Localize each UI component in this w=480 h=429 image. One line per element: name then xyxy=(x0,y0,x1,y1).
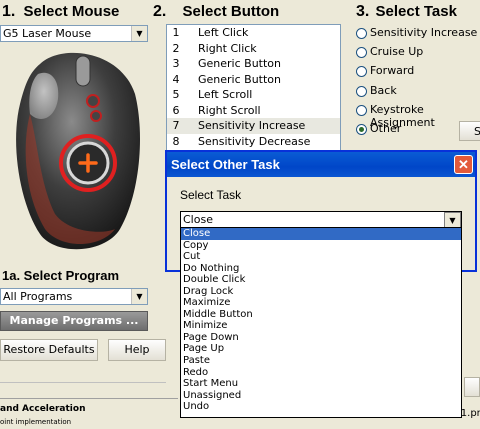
list-item[interactable]: 2 Right Click xyxy=(167,41,340,57)
dropdown-option[interactable]: Start Menu xyxy=(181,378,461,390)
button-number: 6 xyxy=(172,103,180,117)
chevron-down-icon[interactable]: ▼ xyxy=(444,212,461,227)
mouse-select[interactable]: G5 Laser Mouse ▼ xyxy=(0,25,148,42)
dropdown-option[interactable]: Cut xyxy=(181,251,461,263)
button-label: Left Scroll xyxy=(198,88,253,101)
radio-button[interactable] xyxy=(356,28,367,39)
radio-button[interactable] xyxy=(356,66,367,78)
divider xyxy=(0,398,178,399)
dropdown-option[interactable]: Page Down xyxy=(181,332,461,344)
dropdown-option[interactable]: Maximize xyxy=(181,297,461,309)
manage-programs-button[interactable]: Manage Programs ... xyxy=(0,311,148,331)
button-number: 3 xyxy=(172,57,180,70)
button-number: 7 xyxy=(172,119,180,132)
implementation-text: oint implementation xyxy=(0,418,72,426)
program-select[interactable]: All Programs ▼ xyxy=(0,288,148,305)
dropdown-option[interactable]: Middle Button xyxy=(181,309,461,321)
button-label: Right Scroll xyxy=(198,103,261,117)
dropdown-option[interactable]: Redo xyxy=(181,367,461,379)
dialog-titlebar: Select Other Task ✕ xyxy=(167,152,475,177)
mouse-select-value: G5 Laser Mouse xyxy=(3,27,92,40)
select-mouse-title: Select Mouse xyxy=(23,3,120,20)
dropdown-option[interactable]: Drag Lock xyxy=(181,286,461,298)
dropdown-option[interactable]: Unassigned xyxy=(181,390,461,402)
partial-button[interactable]: S xyxy=(459,121,480,141)
mouse-image xyxy=(16,52,141,250)
task-dropdown-list[interactable]: Close Copy Cut Do Nothing Double Click Drag L… xyxy=(180,227,462,418)
radio-label[interactable]: Cruise Up xyxy=(370,45,423,58)
radio-label[interactable]: Other xyxy=(370,122,401,135)
select-mouse-heading: 1. Select Mouse xyxy=(2,3,119,21)
restore-defaults-button[interactable]: Restore Defaults xyxy=(0,339,98,361)
button-label: Generic Button xyxy=(198,57,281,70)
dialog-title: Select Other Task xyxy=(171,157,280,172)
button-number: 4 xyxy=(172,72,180,86)
step-number: 3. xyxy=(356,3,370,20)
list-item[interactable]: 1 Left Click xyxy=(167,25,340,41)
button-label: Sensitivity Increase xyxy=(198,119,306,132)
button-label: Sensitivity Decrease xyxy=(198,134,311,148)
list-item[interactable]: 5 Left Scroll xyxy=(167,87,340,103)
chevron-down-icon[interactable]: ▼ xyxy=(131,289,147,304)
list-item[interactable]: 4 Generic Button xyxy=(167,72,340,88)
button-label: Generic Button xyxy=(198,72,281,86)
radio-button[interactable] xyxy=(356,47,367,59)
select-button-heading: 2. Select Button xyxy=(153,3,279,21)
radio-label[interactable]: Sensitivity Increase xyxy=(370,26,477,39)
chevron-down-icon[interactable]: ▼ xyxy=(131,26,147,41)
button-label: Left Click xyxy=(198,26,249,39)
dropdown-option[interactable]: Page Up xyxy=(181,343,461,355)
step-number: 1. xyxy=(2,3,16,20)
dialog-task-select[interactable]: Close ▼ xyxy=(180,211,462,228)
step-number: 2. xyxy=(153,3,167,20)
radio-button[interactable] xyxy=(356,124,367,135)
dialog-select-task-label: Select Task xyxy=(180,188,242,202)
list-item[interactable]: 3 Generic Button xyxy=(167,56,340,72)
radio-button[interactable] xyxy=(356,85,367,97)
list-item[interactable]: 8 Sensitivity Decrease xyxy=(167,134,340,150)
select-task-heading: 3. Select Task xyxy=(356,3,457,21)
select-task-title: Select Task xyxy=(375,3,457,20)
dropdown-option[interactable]: Double Click xyxy=(181,274,461,286)
partial-button-edge[interactable] xyxy=(464,377,480,397)
button-number: 8 xyxy=(172,134,180,148)
select-button-title: Select Button xyxy=(182,3,280,20)
dropdown-option[interactable]: Minimize xyxy=(181,320,461,332)
dialog-task-select-value: Close xyxy=(183,213,213,226)
select-program-heading: 1a. Select Program xyxy=(2,268,120,283)
dropdown-option[interactable]: Copy xyxy=(181,240,461,252)
program-select-value: All Programs xyxy=(3,290,73,303)
dropdown-option[interactable]: Paste xyxy=(181,355,461,367)
button-number: 1 xyxy=(172,26,180,39)
speed-label: and Acceleration xyxy=(0,404,86,414)
close-icon[interactable]: ✕ xyxy=(454,155,473,174)
dropdown-option[interactable]: Do Nothing xyxy=(181,263,461,275)
button-number: 2 xyxy=(172,41,180,55)
dropdown-option[interactable]: Undo xyxy=(181,401,461,413)
list-item[interactable]: 7 Sensitivity Increase xyxy=(167,118,340,134)
list-item[interactable]: 6 Right Scroll xyxy=(167,103,340,119)
dropdown-option[interactable]: Close xyxy=(181,228,461,240)
help-button[interactable]: Help xyxy=(108,339,166,361)
radio-button[interactable] xyxy=(356,104,367,116)
radio-label[interactable]: Back xyxy=(370,84,397,97)
radio-label[interactable]: Forward xyxy=(370,64,414,77)
button-list[interactable]: 1 Left Click 2 Right Click 3 Generic Button 4 G… xyxy=(166,24,341,152)
button-number: 5 xyxy=(172,88,180,101)
button-label: Right Click xyxy=(198,41,257,55)
